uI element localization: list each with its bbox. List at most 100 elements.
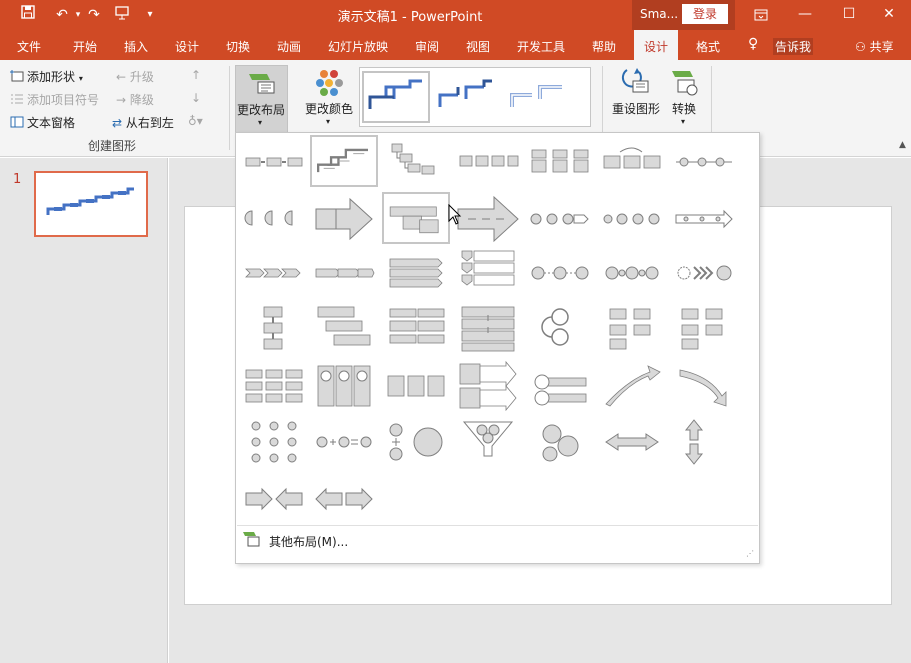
convert-button[interactable]: 转换 ▾ [666, 65, 704, 134]
layout-vertical-chevron-list[interactable] [382, 247, 450, 299]
slide-thumbnail[interactable] [34, 171, 148, 237]
layout-accent-process[interactable] [310, 247, 378, 299]
layout-converging-arrows[interactable] [240, 473, 308, 525]
layout-hexagon-row[interactable] [382, 360, 450, 412]
layout-up-down-arrows[interactable] [670, 416, 738, 468]
tab-smartart-design[interactable]: 设计 [634, 30, 679, 60]
layout-linked-circles[interactable] [526, 247, 594, 299]
layout-vertical-equation[interactable] [382, 416, 450, 468]
slide-number: 1 [13, 172, 22, 187]
layout-gear[interactable] [526, 416, 594, 468]
layout-nested-circles[interactable] [598, 247, 666, 299]
layout-chevron-to-circle[interactable] [670, 247, 738, 299]
move-down-icon[interactable]: ↓ [191, 91, 201, 105]
ribbon-display-icon[interactable] [739, 0, 783, 30]
add-shape-icon [10, 70, 24, 82]
style-option-2[interactable] [434, 71, 502, 123]
change-colors-button[interactable]: 更改颜色 ▾ [302, 65, 356, 134]
slide-thumbnails-pane[interactable]: 1 [0, 158, 168, 663]
tab-slideshow[interactable]: 幻灯片放映 [328, 38, 388, 55]
layout-process-list[interactable] [526, 136, 594, 188]
tab-developer[interactable]: 开发工具 [517, 38, 565, 55]
present-icon[interactable] [112, 5, 132, 25]
right-to-left-button[interactable]: ⇄ 从右到左 [112, 114, 174, 131]
layout-repeating-circle[interactable] [526, 303, 594, 355]
layout-arrow-curve[interactable] [598, 360, 666, 412]
promote-button[interactable]: ← 升级 [116, 68, 154, 85]
layout-equation[interactable] [310, 416, 378, 468]
layout-diverging-arrows[interactable] [310, 473, 378, 525]
layout-step-up-process[interactable] [310, 135, 378, 187]
tab-transitions[interactable]: 切换 [226, 38, 250, 55]
chevron-down-icon: ▾ [326, 117, 331, 126]
layout-funnel[interactable] [454, 416, 522, 468]
layout-big-arrow[interactable] [454, 193, 522, 245]
layout-bending-process[interactable] [598, 303, 666, 355]
redo-icon[interactable]: ↷ [84, 5, 104, 25]
layout-arrow-list[interactable] [454, 360, 522, 412]
layout-grouped-blocks[interactable] [382, 303, 450, 355]
minimize-icon[interactable]: — [783, 0, 827, 30]
layout-half-circles[interactable] [240, 193, 308, 245]
move-up-icon[interactable]: ↑ [191, 68, 201, 82]
layout-sub-step-process[interactable] [382, 136, 450, 188]
more-layouts-menu-item[interactable]: 其他布局(M)... [269, 533, 348, 550]
layout-circle-grid[interactable] [240, 416, 308, 468]
chevron-down-icon: ▾ [258, 118, 263, 127]
tab-home[interactable]: 开始 [73, 38, 97, 55]
account-name[interactable]: Sma... [640, 7, 678, 21]
tab-animations[interactable]: 动画 [277, 38, 301, 55]
layout-arrow-timeline[interactable] [670, 193, 738, 245]
layout-arrow-process[interactable] [310, 193, 378, 245]
style-option-3[interactable] [506, 71, 574, 123]
layout-circle-arrow-process[interactable] [526, 193, 594, 245]
style-option-1[interactable] [362, 71, 430, 123]
tell-me-search[interactable]: 告诉我 [773, 38, 814, 55]
maximize-icon[interactable]: ☐ [827, 0, 871, 30]
text-pane-icon [10, 116, 24, 128]
close-icon[interactable]: ✕ [867, 0, 911, 30]
layout-org-icon[interactable]: ♁▾ [188, 114, 203, 128]
demote-button[interactable]: → 降级 [116, 91, 154, 108]
scroll-up-icon[interactable]: ▲ [899, 140, 906, 150]
layout-descending-arrow[interactable] [670, 360, 738, 412]
tab-help[interactable]: 帮助 [592, 38, 616, 55]
more-layouts-icon [242, 531, 260, 547]
layout-vertical-bending[interactable] [670, 303, 738, 355]
login-button[interactable]: 登录 [682, 4, 728, 24]
add-bullet-button[interactable]: 添加项目符号 [10, 91, 99, 108]
layout-cycle-columns[interactable] [310, 360, 378, 412]
layout-detailed-process[interactable] [240, 360, 308, 412]
layout-dot-line[interactable] [670, 136, 738, 188]
tab-format[interactable]: 格式 [696, 38, 720, 55]
mouse-cursor-icon [448, 204, 462, 225]
layout-basic-process[interactable] [240, 136, 308, 188]
layout-segmented-process[interactable] [454, 303, 522, 355]
smartart-styles-gallery[interactable]: ▲ ▼ ▾ [359, 67, 591, 127]
layout-repeating-bending[interactable] [598, 136, 666, 188]
layout-vertical-process[interactable] [240, 303, 308, 355]
layout-circle-list[interactable] [526, 360, 594, 412]
layout-alternating-flow[interactable] [454, 136, 522, 188]
layout-opposing-arrows[interactable] [598, 416, 666, 468]
layout-continuous-block[interactable] [382, 192, 450, 244]
tab-review[interactable]: 审阅 [415, 38, 439, 55]
layout-chevron-process[interactable] [240, 247, 308, 299]
share-button[interactable]: ⚇ 共享 [855, 38, 894, 55]
layout-staggered-process[interactable] [310, 303, 378, 355]
tab-view[interactable]: 视图 [466, 38, 490, 55]
layout-gallery-dropdown[interactable]: 其他布局(M)... ⋰ [235, 132, 760, 564]
layout-vertical-chevron-process[interactable] [454, 247, 522, 299]
add-shape-label: 添加形状 [27, 70, 76, 84]
customize-qat-icon[interactable]: ▾ [140, 5, 160, 25]
save-icon[interactable] [18, 5, 38, 25]
tab-insert[interactable]: 插入 [124, 38, 148, 55]
resize-grip-icon[interactable]: ⋰ [746, 549, 754, 558]
tab-design[interactable]: 设计 [175, 38, 199, 55]
add-shape-button[interactable]: 添加形状 ▾ [10, 68, 83, 85]
reset-graphic-button[interactable]: 重设图形 [610, 65, 662, 134]
layout-circle-chain[interactable] [598, 193, 666, 245]
text-pane-button[interactable]: 文本窗格 [10, 114, 75, 131]
tab-file[interactable]: 文件 [17, 38, 41, 55]
change-layout-button[interactable]: 更改布局 ▾ [235, 65, 288, 134]
